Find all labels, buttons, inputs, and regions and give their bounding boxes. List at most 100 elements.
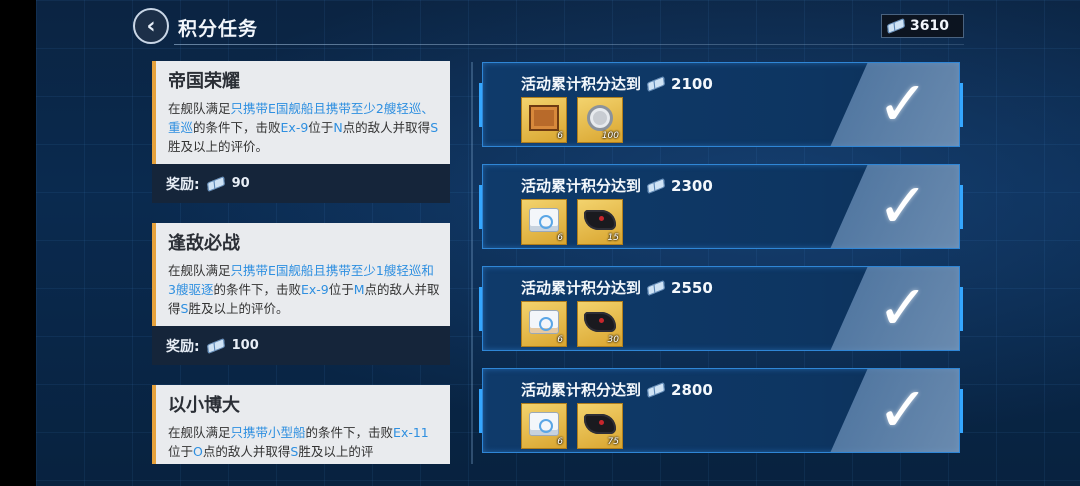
milestone-card[interactable]: 活动累计积分达到 2300 6 15 ✓ [479,164,963,249]
desc-text: 胜及以上的评价。 [188,301,289,316]
milestone-list[interactable]: 活动累计积分达到 2100 6 100 ✓ 活动累计积分达到 2300 6 15 [479,62,963,470]
blue-box-icon [529,412,559,437]
milestone-points: 2800 [671,380,713,399]
milestone-card[interactable]: 活动累计积分达到 2550 6 30 ✓ [479,266,963,351]
task-name: 以小博大 [168,395,240,416]
checkmark-icon: ✓ [877,271,929,344]
reward-item[interactable]: 30 [577,301,623,347]
task-reward: 奖励: 90 [152,164,450,203]
back-button[interactable]: ‹ [133,8,169,44]
points-value: 3610 [910,18,949,34]
reward-items: 6 15 [521,199,623,245]
header-divider [174,44,964,45]
panel-divider [471,62,473,464]
ticket-icon [647,177,665,194]
desc-text: 在舰队满足 [168,263,231,278]
ticket-icon [206,175,225,192]
blue-box-icon [529,208,559,233]
page-title: 积分任务 [178,18,259,40]
desc-text: 的条件下，击败 [305,425,394,440]
milestone-title: 活动累计积分达到 2100 [521,73,713,94]
item-count: 6 [557,437,563,447]
task-description: 在舰队满足只携带E国舰船且携带至少1艘轻巡和3艘驱逐的条件下，击败Ex-9位于M… [168,261,440,318]
task-description: 在舰队满足只携带E国舰船且携带至少2艘轻巡、重巡的条件下，击败Ex-9位于N点的… [168,99,440,156]
checkmark-icon: ✓ [877,67,929,140]
game-screen: ‹ 积分任务 3610 帝国荣耀 在舰队满足只携带E国舰船且携带至少2艘轻巡、重… [36,0,1080,486]
item-count: 30 [607,335,619,345]
task-item: 以小博大 在舰队满足只携带小型船的条件下，击败Ex-11位于O点的敌人并取得S胜… [152,385,450,464]
reward-items: 6 100 [521,97,623,143]
desc-highlight: S [430,120,439,135]
completed-indicator: ✓ [819,369,959,452]
item-count: 6 [557,335,563,345]
desc-text: 位于 [328,282,354,297]
reward-item[interactable]: 6 [521,301,567,347]
reward-item[interactable]: 6 [521,199,567,245]
desc-highlight: M [353,282,365,297]
points-display: 3610 [881,14,964,38]
item-count: 15 [607,233,619,243]
desc-text: 在舰队满足 [168,101,231,116]
completed-indicator: ✓ [819,267,959,350]
milestone-points: 2100 [671,74,713,93]
milestone-card[interactable]: 活动累计积分达到 2800 6 75 ✓ [479,368,963,453]
desc-highlight: O [193,444,203,459]
reward-label: 奖励: [166,338,200,355]
coin-icon [587,105,613,132]
reward-items: 6 75 [521,403,623,449]
reward-amount: 90 [231,176,250,191]
desc-highlight: 只携带小型船 [230,425,306,440]
milestone-card[interactable]: 活动累计积分达到 2100 6 100 ✓ [479,62,963,147]
task-description: 在舰队满足只携带小型船的条件下，击败Ex-11位于O点的敌人并取得S胜及以上的评 [168,423,440,461]
desc-text: 的条件下，击败 [213,282,301,297]
reward-item[interactable]: 6 [521,403,567,449]
crate-icon [529,105,559,132]
reward-label: 奖励: [166,176,200,193]
mask-icon [584,312,616,333]
ticket-icon [206,337,225,354]
reward-item[interactable]: 75 [577,403,623,449]
reward-item[interactable]: 6 [521,97,567,143]
reward-item[interactable]: 100 [577,97,623,143]
milestone-label: 活动累计积分达到 [521,75,642,93]
desc-text: 在舰队满足 [168,425,231,440]
milestone-label: 活动累计积分达到 [521,381,642,399]
reward-item[interactable]: 15 [577,199,623,245]
task-reward: 奖励: 100 [152,326,450,365]
task-name: 逢敌必战 [168,233,240,254]
desc-text: 胜及以上的评 [298,444,374,459]
item-count: 6 [557,131,563,141]
back-chevron-icon: ‹ [146,13,156,39]
completed-indicator: ✓ [819,63,959,146]
item-count: 100 [601,131,619,141]
milestone-label: 活动累计积分达到 [521,279,642,297]
desc-highlight: Ex-9 [280,120,309,135]
desc-highlight: N [333,120,343,135]
desc-highlight: Ex-9 [300,282,329,297]
mask-icon [584,210,616,231]
task-list[interactable]: 帝国荣耀 在舰队满足只携带E国舰船且携带至少2艘轻巡、重巡的条件下，击败Ex-9… [152,61,450,464]
task-name: 帝国荣耀 [168,71,240,92]
milestone-points: 2550 [671,278,713,297]
checkmark-icon: ✓ [877,373,929,446]
header: ‹ 积分任务 3610 [36,0,1080,50]
milestone-label: 活动累计积分达到 [521,177,642,195]
task-item: 逢敌必战 在舰队满足只携带E国舰船且携带至少1艘轻巡和3艘驱逐的条件下，击败Ex… [152,223,450,365]
task-card: 以小博大 在舰队满足只携带小型船的条件下，击败Ex-11位于O点的敌人并取得S胜… [152,385,450,464]
desc-text: 位于 [168,444,194,459]
desc-text: 胜及以上的评价。 [168,139,269,154]
item-count: 6 [557,233,563,243]
reward-items: 6 30 [521,301,623,347]
task-card: 逢敌必战 在舰队满足只携带E国舰船且携带至少1艘轻巡和3艘驱逐的条件下，击败Ex… [152,223,450,326]
item-count: 75 [607,437,619,447]
completed-indicator: ✓ [819,165,959,248]
orange-box-icon [529,310,559,335]
milestone-title: 活动累计积分达到 2300 [521,175,713,196]
milestone-points: 2300 [671,176,713,195]
desc-highlight: Ex-11 [393,425,429,440]
mask-icon [584,414,616,435]
desc-text: 点的敌人并取得 [202,444,291,459]
ticket-icon [647,75,665,92]
ticket-icon [647,381,665,398]
ticket-icon [647,279,665,296]
